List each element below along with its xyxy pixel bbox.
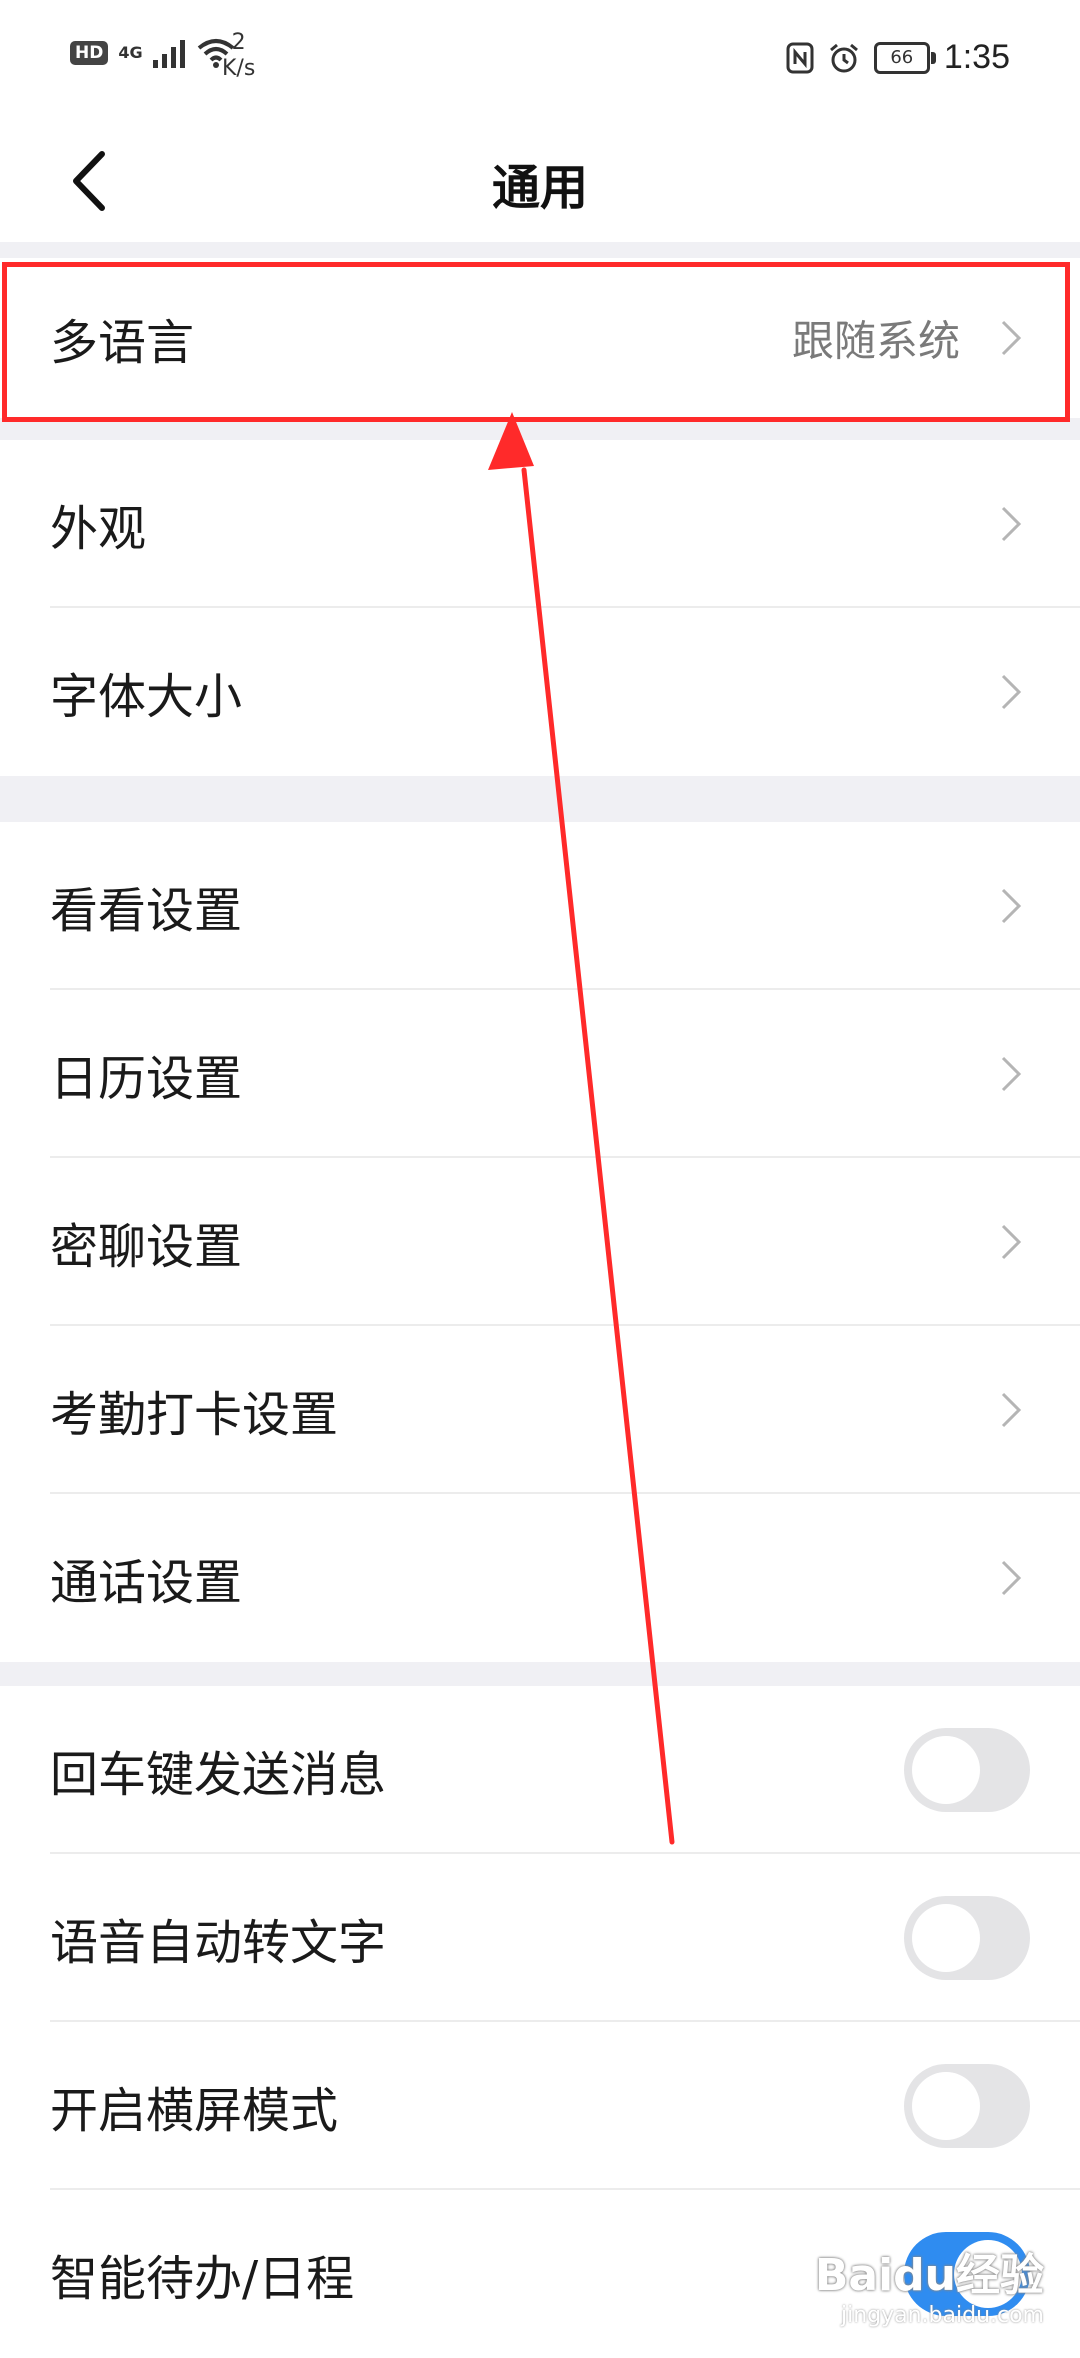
group-display: 外观 字体大小 bbox=[0, 440, 1080, 776]
voice-to-text-toggle[interactable] bbox=[904, 1896, 1030, 1980]
toggle-knob bbox=[912, 2072, 980, 2140]
group-language: 多语言 跟随系统 bbox=[0, 258, 1080, 418]
speed-unit: K/s bbox=[222, 56, 256, 81]
chevron-right-icon bbox=[1001, 320, 1022, 356]
network-label: 4G bbox=[118, 43, 143, 62]
status-left: HD 4G bbox=[70, 38, 235, 68]
chevron-right-icon bbox=[1001, 888, 1022, 924]
watermark-main: Baidu经验 bbox=[814, 2250, 1044, 2301]
signal-icon bbox=[152, 40, 185, 68]
battery-icon: 66 bbox=[873, 41, 936, 74]
language-value: 跟随系统 bbox=[791, 316, 960, 366]
enter-send-label: 回车键发送消息 bbox=[50, 1747, 387, 1803]
chevron-right-icon bbox=[1001, 1392, 1022, 1428]
calendar-label: 日历设置 bbox=[50, 1051, 243, 1107]
page-title: 通用 bbox=[491, 160, 588, 216]
watermark-sub: jingyan.baidu.com bbox=[840, 2303, 1044, 2328]
group-feature-settings: 看看设置 日历设置 密聊设置 考勤打卡设置 通话设置 bbox=[0, 822, 1080, 1662]
secret-chat-label: 密聊设置 bbox=[50, 1219, 243, 1275]
chevron-right-icon bbox=[1001, 1224, 1022, 1260]
status-bar: HD 4G 2 K/s 66 1:35 bbox=[0, 0, 1080, 120]
chevron-right-icon bbox=[1001, 506, 1022, 542]
attendance-label: 考勤打卡设置 bbox=[50, 1387, 339, 1443]
setting-font-size[interactable]: 字体大小 bbox=[0, 608, 1080, 776]
setting-kankan[interactable]: 看看设置 bbox=[0, 822, 1080, 990]
setting-enter-send: 回车键发送消息 bbox=[0, 1686, 1080, 1854]
landscape-toggle[interactable] bbox=[904, 2064, 1030, 2148]
toggle-knob bbox=[912, 1736, 980, 1804]
setting-calendar[interactable]: 日历设置 bbox=[0, 990, 1080, 1158]
kankan-label: 看看设置 bbox=[50, 883, 243, 939]
status-right: 66 1:35 bbox=[786, 38, 1010, 77]
setting-language[interactable]: 多语言 跟随系统 bbox=[0, 258, 1080, 418]
setting-secret-chat[interactable]: 密聊设置 bbox=[0, 1158, 1080, 1326]
hd-icon: HD bbox=[70, 41, 109, 65]
chevron-right-icon bbox=[1001, 674, 1022, 710]
watermark: Baidu经验 jingyan.baidu.com bbox=[815, 2239, 1044, 2328]
setting-landscape: 开启横屏模式 bbox=[0, 2022, 1080, 2190]
setting-voice-to-text: 语音自动转文字 bbox=[0, 1854, 1080, 2022]
smart-todo-label: 智能待办/日程 bbox=[50, 2251, 355, 2307]
chevron-right-icon bbox=[1001, 1560, 1022, 1596]
font-size-label: 字体大小 bbox=[50, 669, 243, 725]
alarm-icon bbox=[829, 43, 858, 72]
speed-value: 2 bbox=[231, 30, 246, 55]
language-label: 多语言 bbox=[50, 315, 195, 371]
setting-appearance[interactable]: 外观 bbox=[0, 440, 1080, 608]
landscape-label: 开启横屏模式 bbox=[50, 2083, 339, 2139]
nfc-icon bbox=[786, 42, 814, 73]
toggle-knob bbox=[912, 1904, 980, 1972]
enter-send-toggle[interactable] bbox=[904, 1728, 1030, 1812]
voice-to-text-label: 语音自动转文字 bbox=[50, 1915, 387, 1971]
setting-call[interactable]: 通话设置 bbox=[0, 1494, 1080, 1662]
setting-attendance[interactable]: 考勤打卡设置 bbox=[0, 1326, 1080, 1494]
nav-bar: 通用 bbox=[0, 120, 1080, 242]
clock: 1:35 bbox=[943, 38, 1010, 76]
call-label: 通话设置 bbox=[50, 1555, 243, 1611]
appearance-label: 外观 bbox=[50, 501, 147, 557]
network-speed: 2 K/s bbox=[222, 30, 255, 82]
chevron-right-icon bbox=[1001, 1056, 1022, 1092]
